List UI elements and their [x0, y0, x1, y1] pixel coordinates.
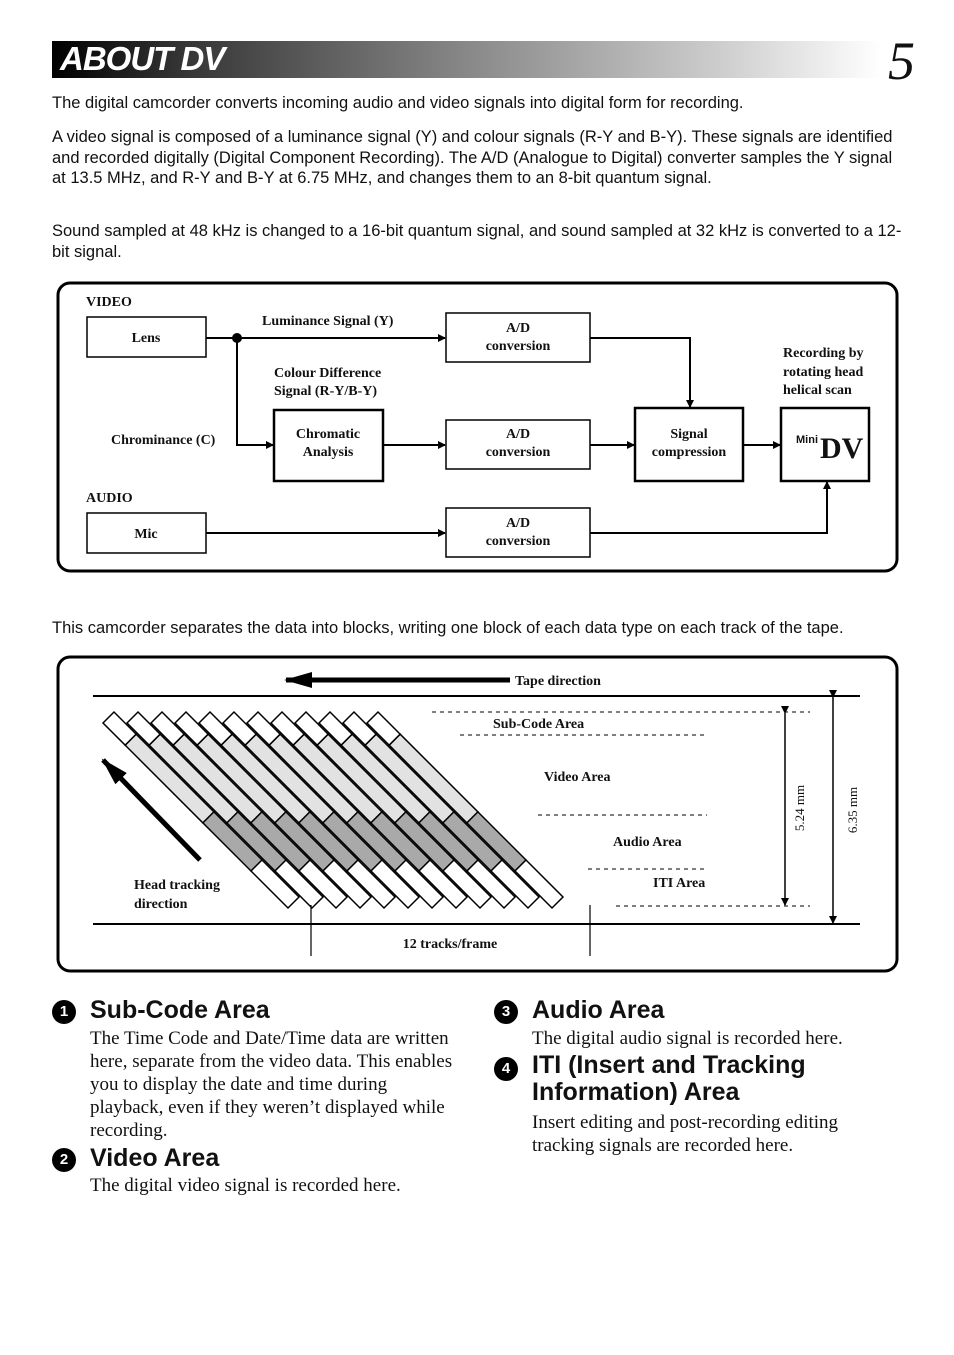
junction-dot: [232, 333, 242, 343]
colour-diff-label: Colour Difference: [274, 366, 381, 381]
iti-area-label: ITI Area: [653, 876, 705, 891]
section-body: The Time Code and Date/Time data are wri…: [90, 1028, 453, 1141]
tracks-caption: This camcorder separates the data into b…: [52, 619, 844, 637]
section-number: 2: [52, 1148, 76, 1172]
svg-text:DV: DV: [820, 432, 864, 465]
recording-label: helical scan: [783, 383, 852, 398]
head-tracking-label: Head tracking: [134, 878, 220, 893]
chromatic-label: Chromatic: [296, 427, 360, 442]
block-diagram: VIDEO AUDIO Lens Mic Luminance Signal (Y…: [56, 281, 899, 973]
section-title: Video Area: [90, 1144, 220, 1172]
luminance-label: Luminance Signal (Y): [262, 314, 394, 329]
section-body: The digital audio signal is recorded her…: [532, 1028, 843, 1049]
recording-label: Recording by: [783, 346, 864, 361]
tape-direction-label: Tape direction: [515, 674, 601, 689]
colour-diff-label: Signal (R-Y/B-Y): [274, 384, 377, 399]
audio-label: AUDIO: [86, 491, 133, 506]
ad-label: A/D: [506, 516, 530, 531]
dim-outer-label: 6.35 mm: [845, 787, 860, 833]
section-body: Insert editing and post-recording editin…: [532, 1112, 839, 1156]
ad-label: A/D: [506, 321, 530, 336]
ad-label: conversion: [486, 534, 551, 549]
section-number: 4: [494, 1057, 518, 1081]
lens-label: Lens: [132, 331, 161, 346]
section-number: 1: [52, 1000, 76, 1024]
section-title: ITI (Insert and Tracking Information) Ar…: [532, 1051, 806, 1106]
mic-label: Mic: [134, 527, 157, 542]
dim-inner-label: 5.24 mm: [792, 785, 807, 831]
page: ABOUT DV 5 The digital camcorder convert…: [0, 0, 954, 1355]
section-body: The digital video signal is recorded her…: [90, 1175, 401, 1196]
audio-area-label: Audio Area: [613, 835, 682, 850]
recording-label: rotating head: [783, 365, 863, 380]
tracks-per-frame-label: 12 tracks/frame: [403, 937, 497, 952]
section-title: Sub-Code Area: [90, 996, 270, 1024]
chromatic-label: Analysis: [303, 445, 354, 460]
chrominance-label: Chrominance (C): [111, 433, 216, 448]
subcode-label: Sub-Code Area: [493, 717, 584, 732]
head-tracking-label: direction: [134, 897, 188, 912]
ad-label: conversion: [486, 445, 551, 460]
ad-label: conversion: [486, 339, 551, 354]
svg-text:Mini: Mini: [796, 434, 818, 446]
ad-label: A/D: [506, 427, 530, 442]
signal-compression-label: compression: [652, 445, 727, 460]
section-title: Audio Area: [532, 996, 665, 1024]
video-area-label: Video Area: [544, 770, 611, 785]
diagram-frame: [56, 281, 899, 573]
signal-compression-label: Signal: [670, 427, 707, 442]
section-number: 3: [494, 1000, 518, 1024]
minidv-logo: Mini DV: [796, 432, 864, 465]
video-label: VIDEO: [86, 295, 132, 310]
